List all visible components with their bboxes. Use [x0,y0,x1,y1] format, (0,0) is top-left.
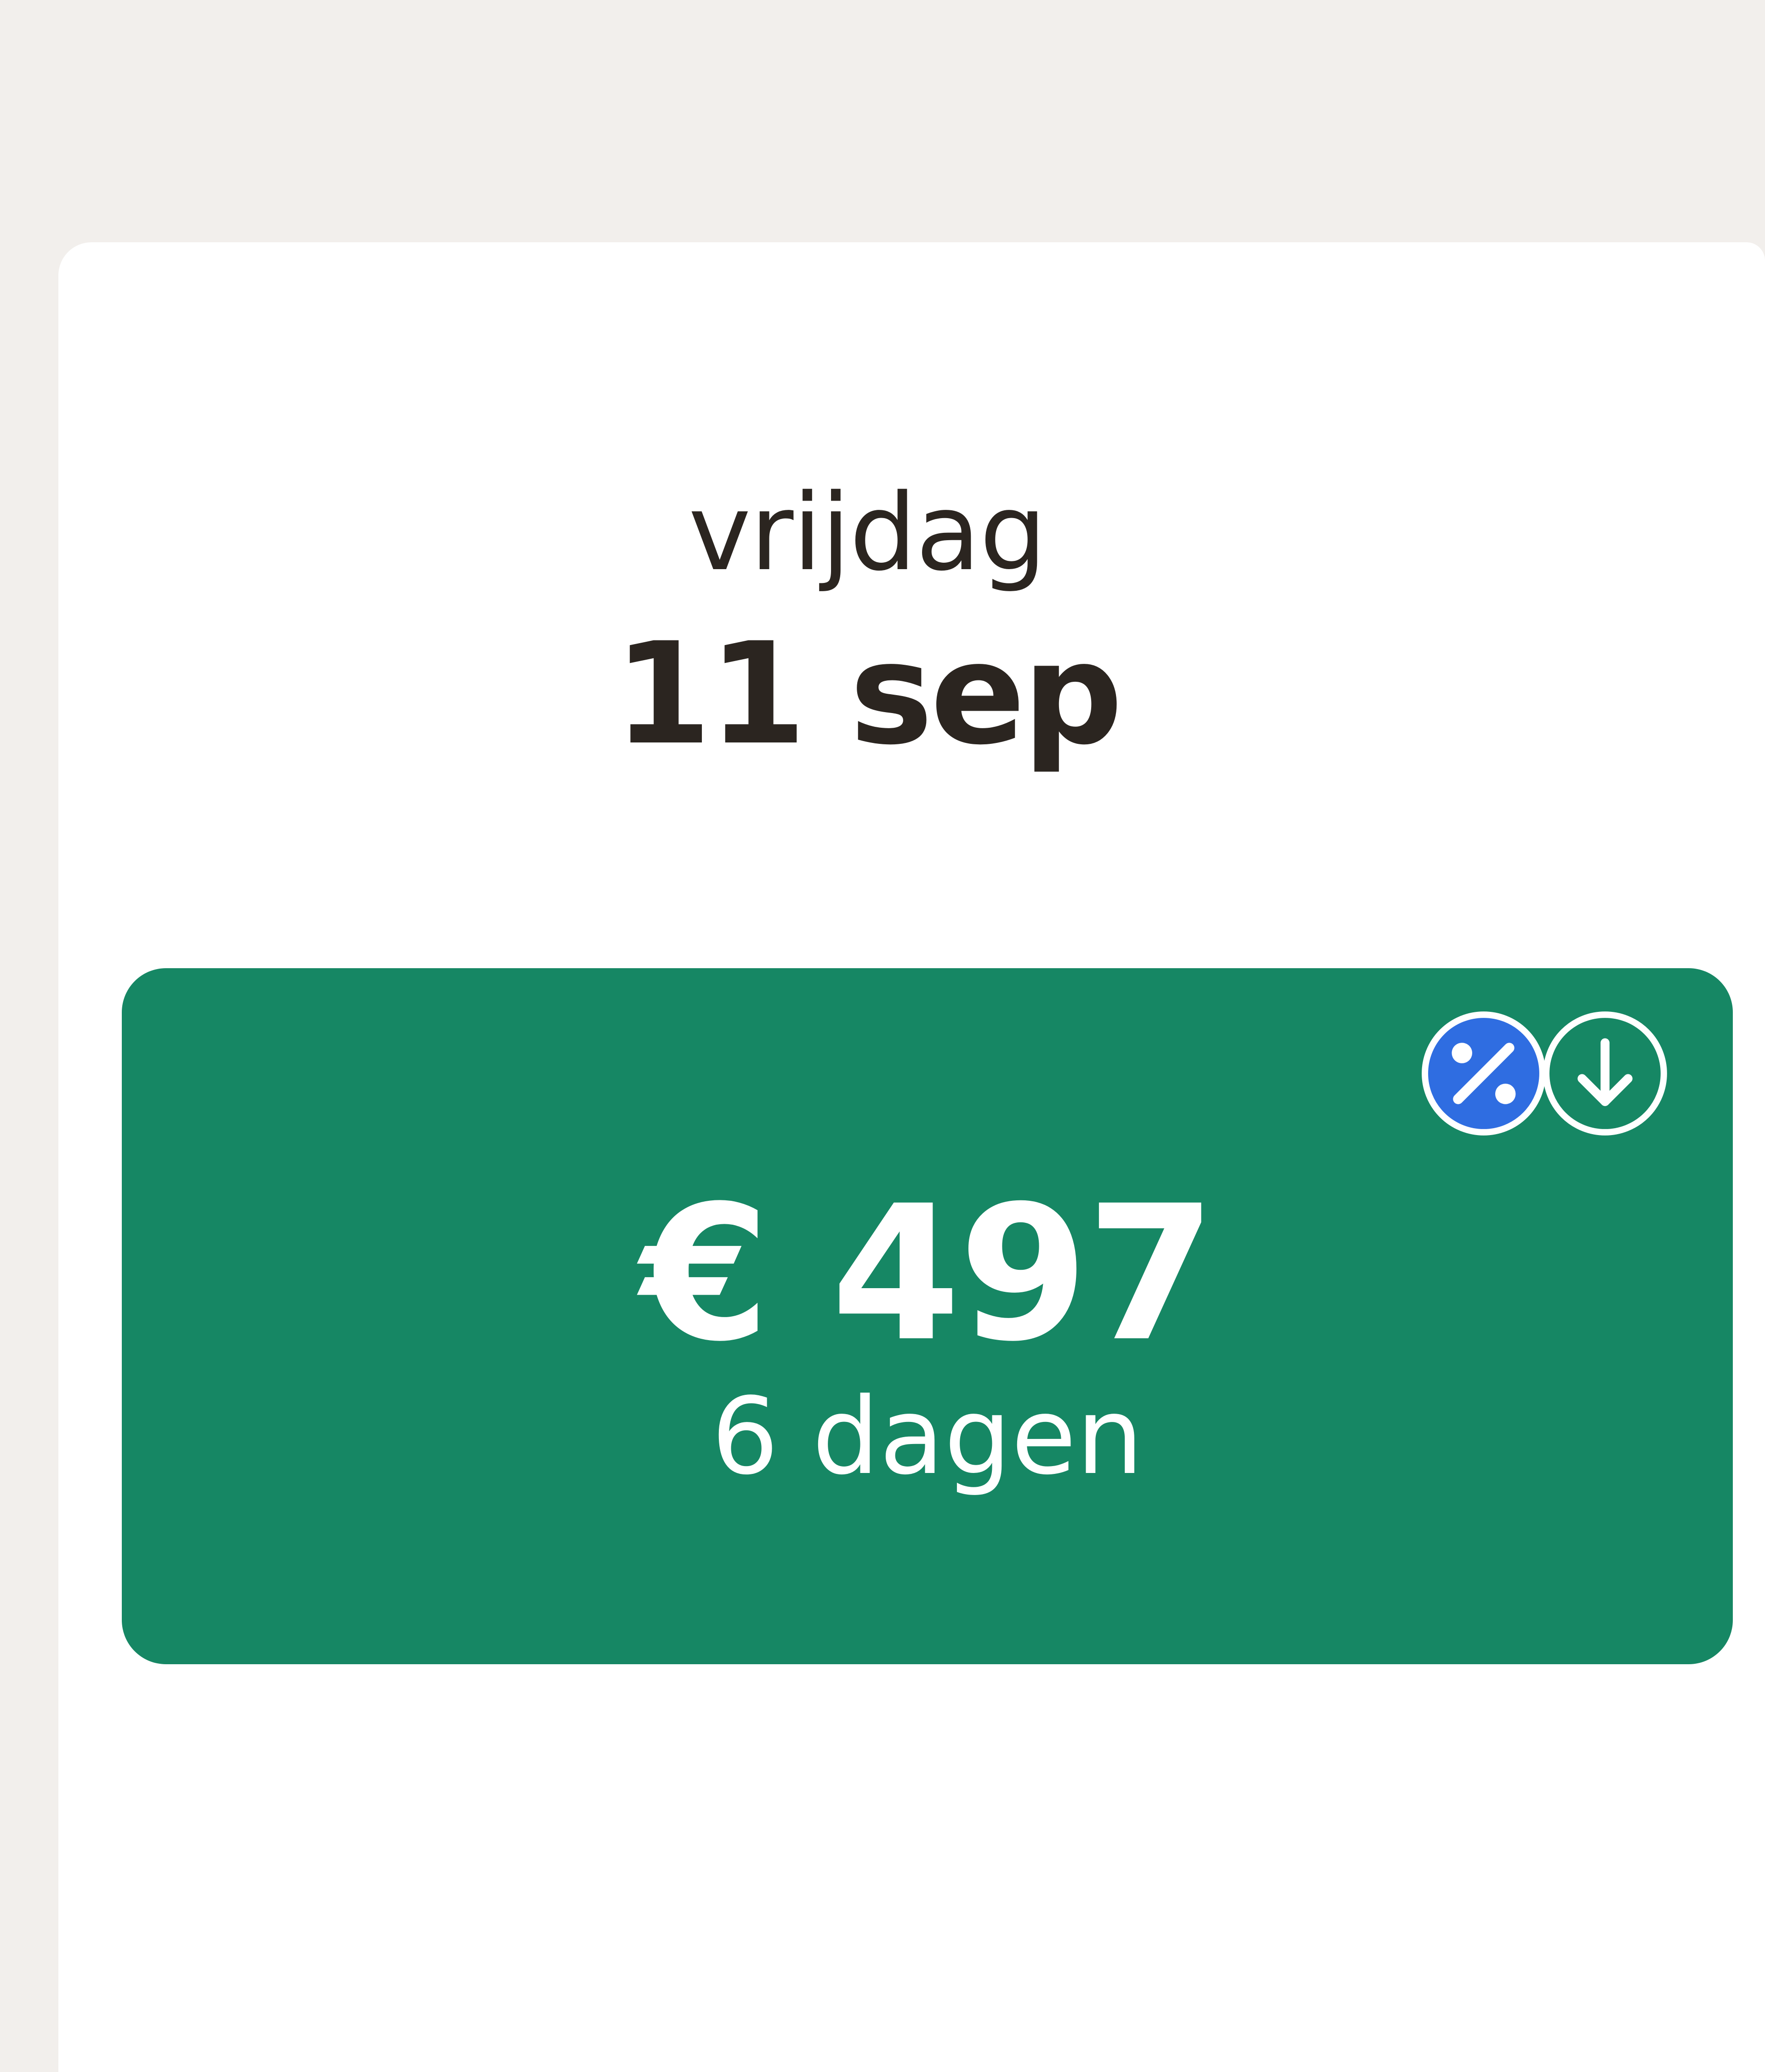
discount-percent-icon [1422,1011,1546,1136]
price-down-arrow-icon [1543,1011,1667,1136]
trip-duration: 6 dagen [711,1376,1144,1498]
price-value: € 497 [640,1165,1216,1382]
price-offer-tile[interactable]: € 497 6 dagen [122,968,1733,1664]
date-label: 11 sep [614,612,1123,776]
weekday-label: vrijdag [688,472,1047,594]
